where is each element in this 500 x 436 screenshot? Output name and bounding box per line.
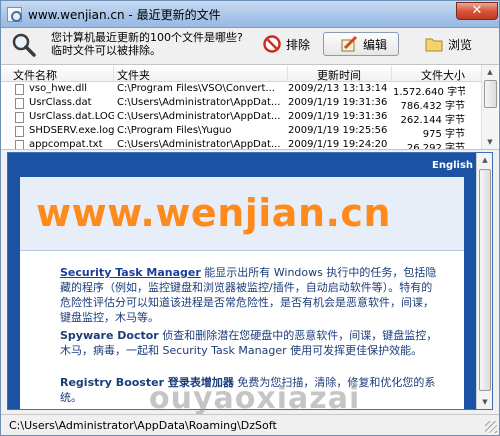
- exclude-button[interactable]: 排除: [259, 32, 321, 56]
- resize-grip-icon[interactable]: [485, 421, 497, 433]
- folder-icon: [425, 38, 443, 52]
- file-icon: [15, 112, 24, 123]
- column-header-time[interactable]: 更新时间: [317, 67, 361, 83]
- scroll-up-icon[interactable]: ▲: [484, 65, 496, 79]
- toolbar: 您计算机最近更新的100个文件是哪些? 临时文件可以被排除。 排除 编辑 浏览: [1, 29, 499, 63]
- cell-folder: C:\Users\Administrator\AppDat...: [117, 111, 281, 122]
- main-window: www.wenjian.cn - 最近更新的文件 ✕ 您计算机最近更新的100个…: [0, 0, 500, 436]
- edit-button[interactable]: 编辑: [323, 32, 399, 56]
- product-description: Security Task Manager 能显示出所有 Windows 执行中…: [60, 265, 440, 325]
- info-line-2: 临时文件可以被排除。: [51, 44, 161, 57]
- english-link[interactable]: English: [432, 160, 473, 171]
- column-header-name[interactable]: 文件名称: [13, 67, 57, 83]
- cell-name: vso_hwe.dll: [29, 83, 87, 94]
- column-divider[interactable]: [391, 66, 392, 81]
- no-entry-icon: [263, 35, 281, 53]
- table-row[interactable]: UsrClass.dat.LOG1 C:\Users\Administrator…: [1, 111, 481, 126]
- table-header: 文件名称 文件夹 更新时间 文件大小: [1, 65, 481, 82]
- web-view-scrollbar[interactable]: ▲ ▼: [476, 153, 492, 409]
- cell-time: 2009/1/19 19:24:20: [288, 139, 388, 149]
- cell-size: 1.572.640 字节: [393, 87, 465, 98]
- table-row[interactable]: appcompat.txt C:\Users\Administrator\App…: [1, 139, 481, 149]
- cell-size: 26.292 字节: [406, 143, 465, 149]
- browse-label: 浏览: [448, 37, 473, 52]
- cell-folder: C:\Users\Administrator\AppDat...: [117, 97, 281, 108]
- cell-time: 2009/1/19 19:25:56: [288, 125, 388, 136]
- cell-size: 975 字节: [422, 129, 465, 140]
- product-link-security-task-manager[interactable]: Security Task Manager: [60, 266, 201, 279]
- cell-name: UsrClass.dat: [29, 97, 92, 108]
- search-icon: [12, 33, 36, 57]
- table-row[interactable]: SHDSERV.exe.log C:\Program Files\Yuguo 2…: [1, 125, 481, 140]
- cell-size: 786.432 字节: [400, 101, 465, 112]
- file-icon: [15, 140, 24, 149]
- scrollbar-thumb[interactable]: [484, 80, 497, 108]
- scroll-up-icon[interactable]: ▲: [479, 153, 491, 167]
- site-title: www.wenjian.cn: [36, 191, 392, 235]
- watermark: ouyaoxiazai: [149, 381, 361, 416]
- title-bar[interactable]: www.wenjian.cn - 最近更新的文件 ✕: [1, 1, 499, 28]
- cell-time: 2009/2/13 13:13:14: [288, 83, 388, 94]
- table-scrollbar[interactable]: ▲ ▼: [481, 65, 498, 149]
- cell-time: 2009/1/19 19:31:36: [288, 111, 388, 122]
- exclude-label: 排除: [286, 37, 311, 52]
- scrollbar-thumb[interactable]: [479, 169, 491, 391]
- site-banner: www.wenjian.cn: [20, 177, 464, 251]
- scroll-down-icon[interactable]: ▼: [484, 135, 496, 149]
- app-icon: [7, 7, 22, 22]
- file-icon: [15, 84, 24, 95]
- column-header-folder[interactable]: 文件夹: [117, 67, 150, 83]
- cell-folder: C:\Users\Administrator\AppDat...: [117, 139, 281, 149]
- cell-name: appcompat.txt: [29, 139, 103, 149]
- file-icon: [15, 126, 24, 137]
- column-divider[interactable]: [113, 66, 114, 81]
- column-divider[interactable]: [287, 66, 288, 81]
- table-row[interactable]: vso_hwe.dll C:\Program Files\VSO\Convert…: [1, 83, 481, 98]
- close-button[interactable]: ✕: [456, 2, 498, 20]
- status-bar: C:\Users\Administrator\AppData\Roaming\D…: [1, 414, 499, 435]
- cell-name: SHDSERV.exe.log: [29, 125, 114, 136]
- cell-time: 2009/1/19 19:31:36: [288, 97, 388, 108]
- browse-button[interactable]: 浏览: [421, 32, 481, 56]
- web-view: English www.wenjian.cn Security Task Man…: [7, 152, 493, 410]
- scroll-down-icon[interactable]: ▼: [479, 395, 491, 409]
- column-header-size[interactable]: 文件大小: [421, 67, 465, 83]
- file-icon: [15, 98, 24, 109]
- window-title: www.wenjian.cn - 最近更新的文件: [28, 8, 221, 22]
- cell-folder: C:\Program Files\Yuguo: [117, 125, 232, 136]
- cell-name: UsrClass.dat.LOG1: [29, 111, 114, 122]
- pencil-icon: [341, 35, 358, 52]
- cell-folder: C:\Program Files\VSO\Convert...: [117, 83, 275, 94]
- edit-label: 编辑: [363, 37, 388, 52]
- status-path: C:\Users\Administrator\AppData\Roaming\D…: [9, 419, 277, 432]
- info-line-1: 您计算机最近更新的100个文件是哪些?: [51, 31, 243, 44]
- product-name-spyware-doctor[interactable]: Spyware Doctor: [60, 329, 159, 342]
- cell-size: 262.144 字节: [400, 115, 465, 126]
- recent-files-table: 文件名称 文件夹 更新时间 文件大小 vso_hwe.dll C:\Progra…: [1, 64, 499, 150]
- info-text: 您计算机最近更新的100个文件是哪些? 临时文件可以被排除。: [51, 31, 243, 57]
- table-row[interactable]: UsrClass.dat C:\Users\Administrator\AppD…: [1, 97, 481, 112]
- product-description: Spyware Doctor 侦查和删除潜在您硬盘中的恶意软件，间谍，键盘监控，…: [60, 328, 440, 358]
- content-panel: www.wenjian.cn Security Task Manager 能显示…: [20, 177, 464, 409]
